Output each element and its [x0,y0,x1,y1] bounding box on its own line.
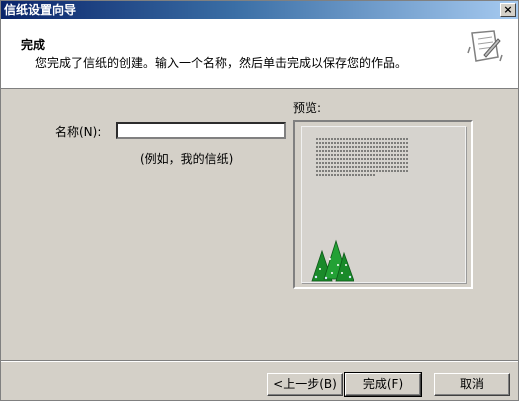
back-button[interactable]: <上一步(B) [267,373,343,396]
christmas-tree-icon [311,239,354,282]
title-bar: 信纸设置向导 × [1,1,518,19]
wizard-window: 信纸设置向导 × 完成 您完成了信纸的创建。输入一个名称，然后单击完成以保存您的… [0,0,519,401]
name-label: 名称(N): [55,125,102,139]
window-title: 信纸设置向导 [4,3,77,17]
footer-divider [1,360,518,362]
finish-button[interactable]: 完成(F) [344,372,422,397]
stationery-wizard-icon [467,30,503,62]
preview-text-lines [316,138,408,176]
page-description: 您完成了信纸的创建。输入一个名称，然后单击完成以保存您的作品。 [35,56,408,70]
name-input[interactable] [116,122,286,139]
preview-pane [293,120,473,289]
close-button[interactable]: × [500,3,516,17]
cancel-button[interactable]: 取消 [434,373,510,396]
name-example-hint: (例如，我的信纸) [140,152,234,166]
wizard-body: 名称(N): (例如，我的信纸) 预览: [1,90,518,358]
preview-label: 预览: [293,101,322,115]
close-icon: × [503,3,513,16]
preview-paper [301,126,466,283]
wizard-header: 完成 您完成了信纸的创建。输入一个名称，然后单击完成以保存您的作品。 [1,19,518,89]
page-title: 完成 [21,38,46,52]
